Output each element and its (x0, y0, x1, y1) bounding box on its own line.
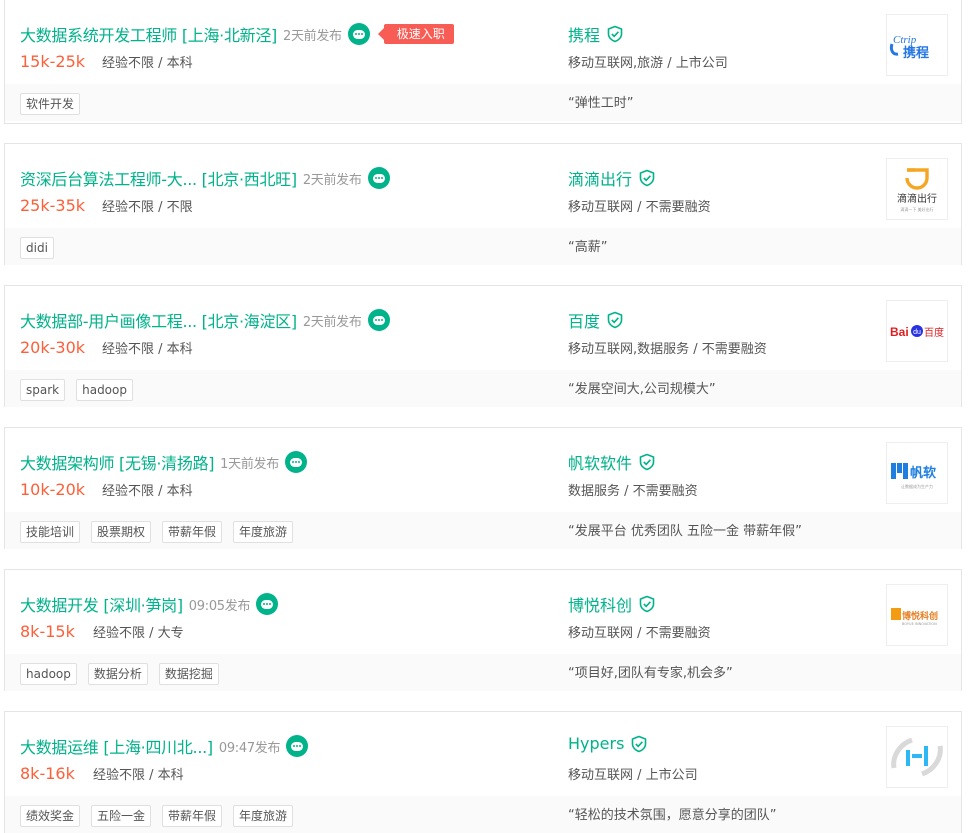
salary: 15k-25k (20, 52, 86, 71)
verified-shield-icon (607, 311, 623, 329)
chat-icon[interactable] (347, 23, 370, 45)
salary: 8k-15k (20, 622, 75, 641)
company-benefit: “项目好,团队有专家,机会多” (568, 666, 733, 681)
job-tag: hadoop (76, 379, 133, 401)
company-benefit: “轻松的技术氛围，愿意分享的团队” (568, 808, 777, 823)
chat-icon[interactable] (367, 167, 390, 189)
svg-text:博悦科创: 博悦科创 (902, 610, 938, 622)
job-card[interactable]: 大数据系统开发工程师 [上海·北新泾] 2天前发布 极速入职 15k-25k 经… (4, 0, 962, 124)
svg-text:滴滴一下 美好出行: 滴滴一下 美好出行 (900, 206, 933, 212)
company-industry: 移动互联网,旅游 / 上市公司 (568, 56, 728, 71)
job-tag: 软件开发 (20, 93, 81, 115)
job-card[interactable]: 大数据开发 [深圳·笋岗] 09:05发布 8k-15k 经验不限 / 大专 博… (4, 569, 962, 691)
company-industry: 移动互联网 / 不需要融资 (568, 200, 711, 215)
salary: 8k-16k (20, 764, 75, 783)
chat-icon[interactable] (367, 309, 390, 331)
didi-logo-icon: 滴滴出行 滴滴一下 美好出行 (897, 168, 937, 212)
company-name[interactable]: 滴滴出行 (568, 166, 632, 190)
publish-time: 1天前发布 (220, 456, 279, 472)
svg-text:让数据成为生产力: 让数据成为生产力 (901, 483, 933, 489)
fast-hire-badge: 极速入职 (377, 24, 454, 44)
job-tag: didi (20, 237, 54, 259)
job-requirements: 经验不限 / 本科 (102, 484, 193, 499)
salary: 20k-30k (20, 338, 86, 357)
job-tag: 数据分析 (87, 663, 148, 685)
svg-text:Ctrip: Ctrip (893, 34, 917, 46)
publish-time: 2天前发布 (282, 28, 342, 44)
chat-icon[interactable] (256, 593, 279, 615)
salary: 25k-35k (20, 196, 86, 215)
job-requirements: 经验不限 / 大专 (93, 626, 184, 641)
company-name[interactable]: 携程 (568, 22, 600, 46)
ctrip-logo-icon: Ctrip 携程 (889, 34, 929, 60)
company-name[interactable]: Hypers (568, 734, 624, 753)
job-tag: 数据挖掘 (158, 663, 219, 685)
job-title[interactable]: 大数据系统开发工程师 [上海·北新泾] (20, 22, 277, 46)
company-benefit: “发展空间大,公司规模大” (568, 382, 716, 397)
job-title-line: 大数据系统开发工程师 [上海·北新泾] 2天前发布 极速入职 (20, 22, 454, 46)
verified-shield-icon (607, 25, 623, 43)
job-title[interactable]: 大数据架构师 [无锡·清扬路] (20, 450, 214, 474)
job-card[interactable]: 大数据运维 [上海·四川北...] 09:47发布 8k-16k 经验不限 / … (4, 711, 962, 833)
company-logo[interactable]: 博悦科创 BOYUE INNOVATION (886, 584, 948, 646)
company-name[interactable]: 博悦科创 (568, 592, 632, 616)
verified-shield-icon (639, 595, 655, 613)
company-industry: 移动互联网 / 上市公司 (568, 768, 698, 783)
job-requirements: 经验不限 / 本科 (102, 342, 193, 357)
svg-text:滴滴出行: 滴滴出行 (897, 192, 937, 205)
job-tag: 带薪年假 (162, 521, 223, 543)
job-requirements: 经验不限 / 本科 (102, 56, 193, 71)
boyue-logo-icon: 博悦科创 BOYUE INNOVATION (891, 608, 938, 626)
job-title[interactable]: 资深后台算法工程师-大... [北京·西北旺] (20, 166, 297, 190)
job-requirements: 经验不限 / 本科 (93, 768, 184, 783)
publish-time: 2天前发布 (302, 172, 362, 188)
company-benefit: “发展平台 优秀团队 五险一金 带薪年假” (568, 524, 802, 539)
company-logo[interactable]: Ctrip 携程 (886, 14, 948, 76)
publish-time: 09:47发布 (218, 740, 281, 756)
company-logo[interactable]: 帆软 让数据成为生产力 (886, 442, 948, 504)
verified-shield-icon (639, 453, 655, 471)
job-tag: spark (20, 379, 66, 401)
svg-text:帆软: 帆软 (910, 465, 936, 481)
company-benefit: “弹性工时” (568, 96, 634, 111)
company-industry: 移动互联网 / 不需要融资 (568, 626, 711, 641)
company-logo[interactable]: Bai du 百度 (886, 300, 948, 362)
job-title[interactable]: 大数据部-用户画像工程... [北京·海淀区] (20, 308, 297, 332)
svg-text:百度: 百度 (924, 326, 944, 339)
job-tag: 股票期权 (91, 521, 152, 543)
company-industry: 移动互联网,数据服务 / 不需要融资 (568, 342, 767, 357)
chat-icon[interactable] (284, 451, 307, 473)
publish-time: 09:05发布 (188, 598, 251, 614)
job-tag: hadoop (20, 663, 77, 685)
svg-text:携程: 携程 (903, 45, 929, 60)
publish-time: 2天前发布 (302, 314, 362, 330)
company-benefit: “高薪” (568, 240, 608, 255)
hypers-logo-icon (891, 737, 943, 777)
svg-text:Bai: Bai (890, 325, 909, 339)
job-requirements: 经验不限 / 不限 (102, 200, 193, 215)
company-name[interactable]: 帆软软件 (568, 450, 632, 474)
salary: 10k-20k (20, 480, 86, 499)
job-title[interactable]: 大数据运维 [上海·四川北...] (20, 734, 213, 758)
job-title[interactable]: 大数据开发 [深圳·笋岗] (20, 592, 183, 616)
company-name[interactable]: 百度 (568, 308, 600, 332)
svg-text:du: du (913, 329, 921, 336)
job-tag: 年度旅游 (233, 521, 294, 543)
svg-text:BOYUE INNOVATION: BOYUE INNOVATION (902, 622, 937, 626)
verified-shield-icon (639, 169, 655, 187)
company-industry: 数据服务 / 不需要融资 (568, 484, 698, 499)
fanruan-logo-icon: 帆软 让数据成为生产力 (891, 463, 936, 489)
baidu-logo-icon: Bai du 百度 (890, 325, 944, 339)
job-card[interactable]: 大数据部-用户画像工程... [北京·海淀区] 2天前发布 20k-30k 经验… (4, 285, 962, 407)
job-card[interactable]: 资深后台算法工程师-大... [北京·西北旺] 2天前发布 25k-35k 经验… (4, 143, 962, 265)
chat-icon[interactable] (286, 735, 309, 757)
job-card[interactable]: 大数据架构师 [无锡·清扬路] 1天前发布 10k-20k 经验不限 / 本科 … (4, 427, 962, 549)
job-tag: 技能培训 (20, 521, 81, 543)
company-logo[interactable] (886, 726, 948, 788)
company-logo[interactable]: 滴滴出行 滴滴一下 美好出行 (886, 158, 948, 220)
verified-shield-icon (632, 735, 647, 752)
